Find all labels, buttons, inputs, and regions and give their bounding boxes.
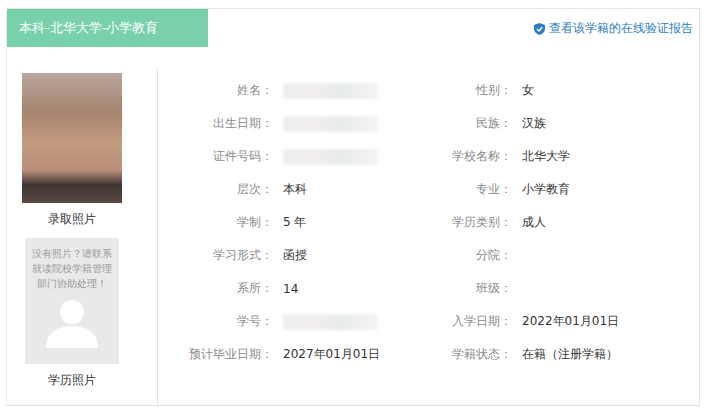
photo-label: 录取照片 bbox=[48, 211, 96, 228]
field-label: 入学日期： bbox=[443, 313, 512, 330]
blurred-value bbox=[283, 314, 378, 330]
field-value: 14 bbox=[283, 282, 433, 296]
field-value-text: 成人 bbox=[522, 215, 546, 229]
field-label: 学历类别： bbox=[443, 214, 512, 231]
field-value-text: 在籍（注册学籍） bbox=[522, 347, 618, 361]
field-value: 汉族 bbox=[522, 115, 699, 132]
admission-photo bbox=[22, 73, 122, 203]
photo-column: 录取照片没有照片？请联系就读院校学籍管理部门协助处理！ 学历照片 bbox=[7, 69, 158, 407]
field-value: 成人 bbox=[522, 214, 699, 231]
field-value bbox=[283, 116, 433, 132]
field-value: 在籍（注册学籍） bbox=[522, 346, 699, 363]
shield-icon bbox=[534, 23, 545, 35]
field-value-text: 小学教育 bbox=[522, 182, 570, 196]
field-label: 学习形式： bbox=[158, 247, 273, 264]
field-label: 出生日期： bbox=[158, 115, 273, 132]
field-label: 证件号码： bbox=[158, 148, 273, 165]
record-tab[interactable]: 本科-北华大学-小学教育 bbox=[7, 9, 208, 47]
field-label: 学制： bbox=[158, 214, 273, 231]
field-label: 预计毕业日期： bbox=[158, 346, 273, 363]
field-label: 性别： bbox=[443, 82, 512, 99]
field-value bbox=[283, 314, 433, 330]
field-value: 5 年 bbox=[283, 214, 433, 231]
field-value-text: 2027年01月01日 bbox=[283, 347, 380, 361]
blurred-value bbox=[283, 83, 378, 99]
field-value bbox=[283, 83, 433, 99]
field-label: 学籍状态： bbox=[443, 346, 512, 363]
field-value-text: 5 年 bbox=[283, 215, 306, 229]
info-grid: 姓名： 性别： 女出生日期： 民族： 汉族证件号码： 学校名称： 北华大学层次： 本科 专业： 小… bbox=[158, 69, 699, 416]
photo-label: 学历照片 bbox=[48, 372, 96, 389]
field-value: 女 bbox=[522, 82, 699, 99]
student-status-card: 本科-北华大学-小学教育 查看该学籍的在线验证报告 录取照片没有照片？请联系就读… bbox=[6, 8, 700, 406]
field-label: 学号： bbox=[158, 313, 273, 330]
field-label: 民族： bbox=[443, 115, 512, 132]
field-value bbox=[283, 149, 433, 165]
field-label: 班级： bbox=[443, 280, 512, 297]
field-value: 2022年01月01日 bbox=[522, 313, 699, 330]
field-label: 学校名称： bbox=[443, 148, 512, 165]
field-value: 2027年01月01日 bbox=[283, 346, 433, 363]
field-label: 分院： bbox=[443, 247, 512, 264]
field-value: 小学教育 bbox=[522, 181, 699, 198]
person-icon bbox=[40, 296, 104, 348]
field-value-text: 2022年01月01日 bbox=[522, 314, 619, 328]
field-value: 北华大学 bbox=[522, 148, 699, 165]
photo-placeholder: 没有照片？请联系就读院校学籍管理部门协助处理！ bbox=[25, 238, 119, 364]
field-value-text: 14 bbox=[283, 282, 298, 296]
field-label: 系所： bbox=[158, 280, 273, 297]
field-label: 专业： bbox=[443, 181, 512, 198]
field-value-text: 本科 bbox=[283, 182, 307, 196]
placeholder-note: 没有照片？请联系就读院校学籍管理部门协助处理！ bbox=[31, 246, 113, 292]
verify-link-text[interactable]: 查看该学籍的在线验证报告 bbox=[549, 21, 693, 36]
field-label: 层次： bbox=[158, 181, 273, 198]
blurred-value bbox=[283, 116, 378, 132]
field-value-text: 汉族 bbox=[522, 116, 546, 130]
field-label: 姓名： bbox=[158, 82, 273, 99]
field-value-text: 函授 bbox=[283, 248, 307, 262]
field-value: 本科 bbox=[283, 181, 433, 198]
field-value-text: 女 bbox=[522, 83, 534, 97]
verify-report-link[interactable]: 查看该学籍的在线验证报告 bbox=[534, 9, 699, 36]
field-value: 函授 bbox=[283, 247, 433, 264]
field-value-text: 北华大学 bbox=[522, 149, 570, 163]
blurred-value bbox=[283, 149, 378, 165]
